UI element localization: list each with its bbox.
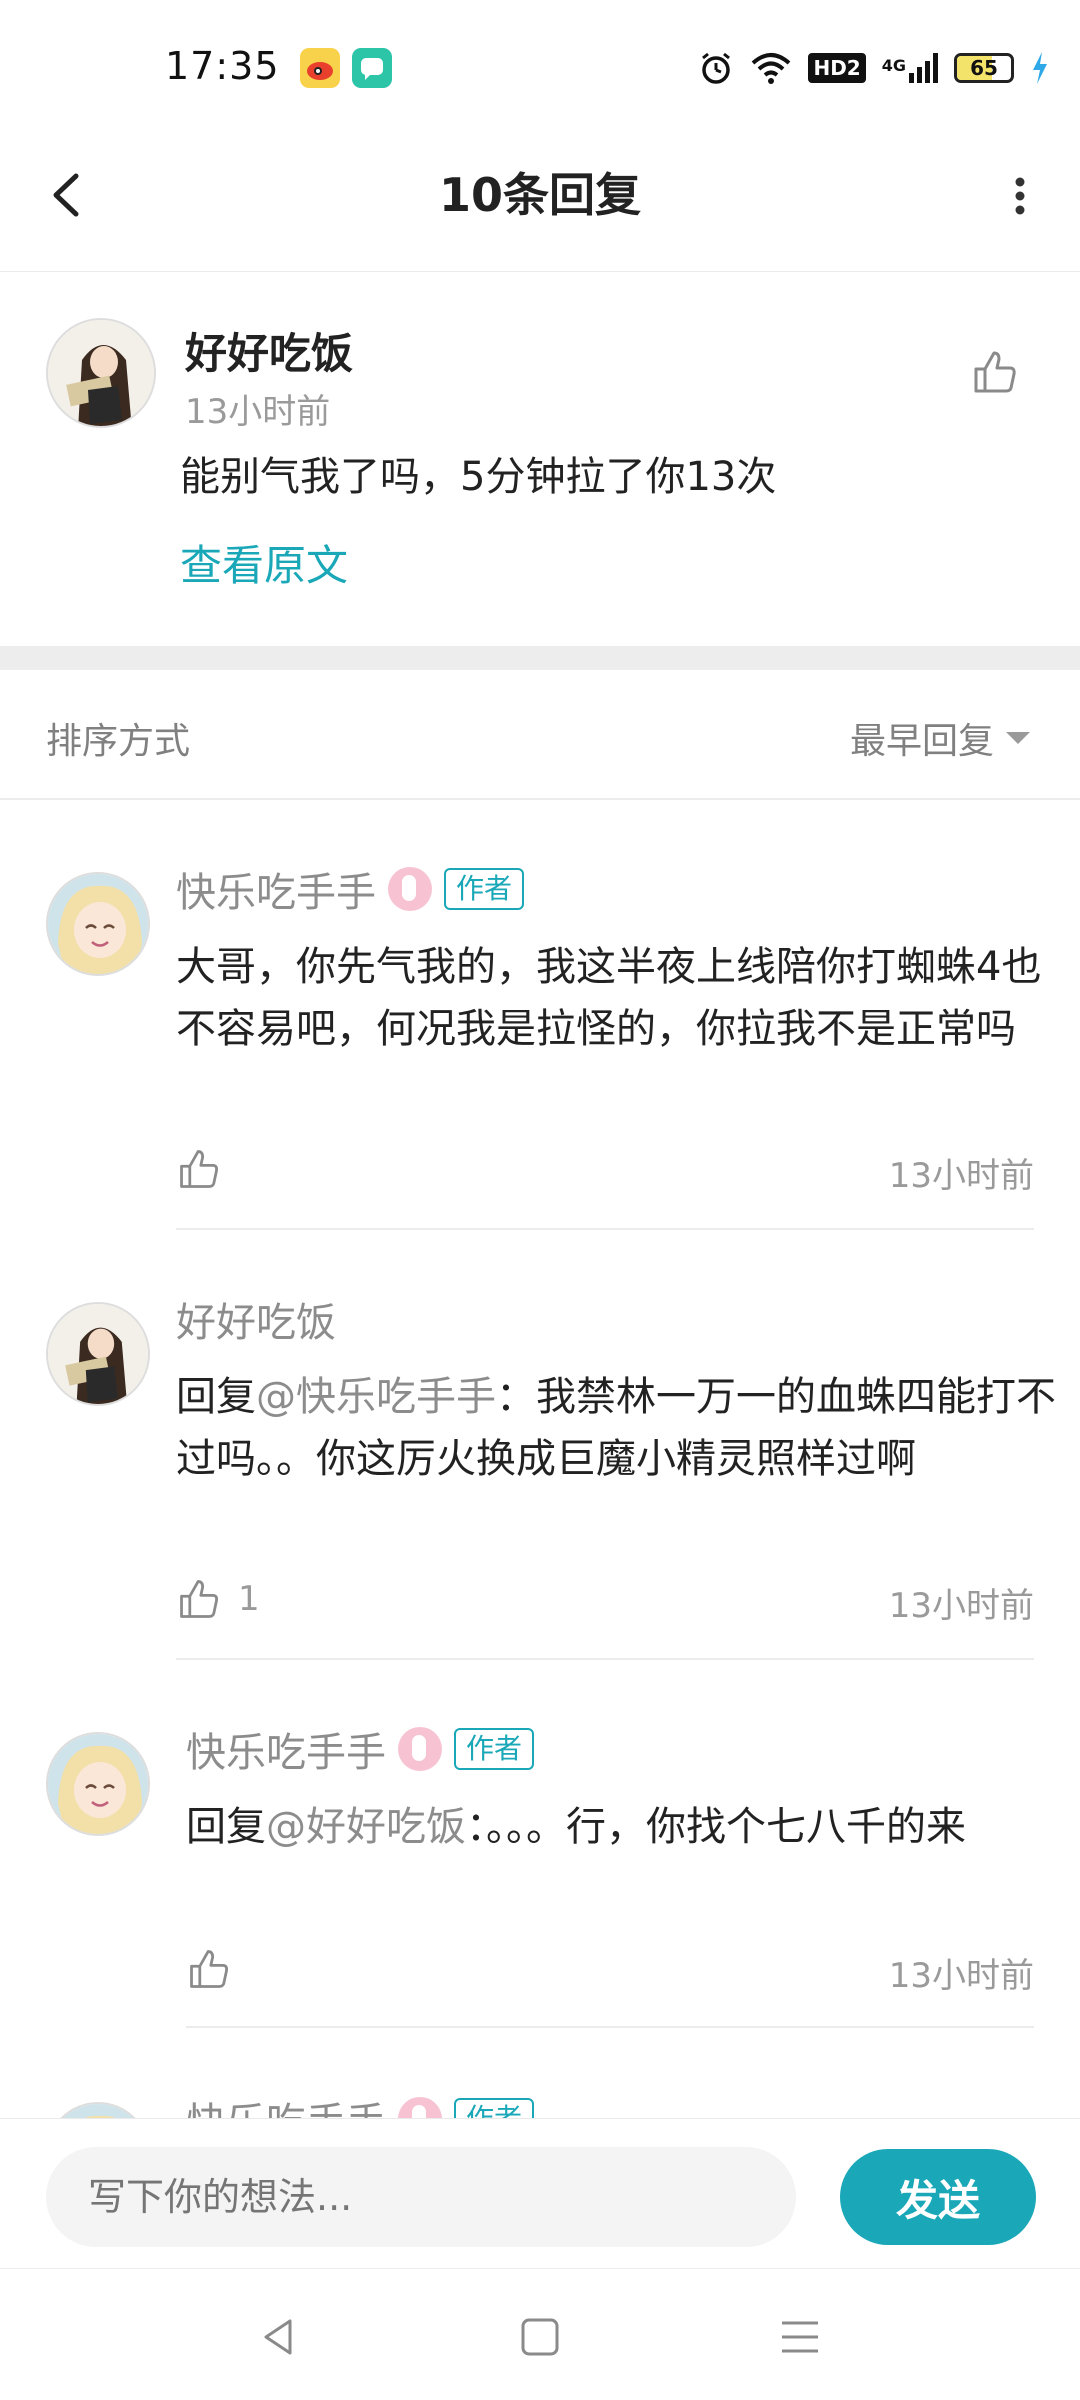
user-avatar-image bbox=[48, 1304, 148, 1404]
reply-item: 快乐吃手手 作者 bbox=[0, 2030, 1080, 2118]
sort-selected-value: 最早回复 bbox=[849, 721, 994, 762]
user-level-badge-icon bbox=[388, 867, 432, 911]
charging-icon bbox=[1033, 52, 1047, 84]
avatar[interactable] bbox=[46, 318, 156, 428]
reply-time: 13小时前 bbox=[888, 1956, 1034, 1996]
reply-item: 快乐吃手手 作者 大哥，你先气我的，我这半夜上线陪你打蜘蛛4也不容易吧，何况我是… bbox=[0, 800, 1080, 1230]
hd-icon: HD2 bbox=[808, 53, 866, 83]
reply-prefix: 回复 bbox=[186, 1804, 266, 1850]
user-level-badge-icon bbox=[398, 1727, 442, 1771]
user-avatar-image bbox=[48, 874, 148, 974]
comment-input[interactable] bbox=[46, 2147, 796, 2247]
status-icons: HD2 4G 65 bbox=[698, 48, 1050, 88]
reply-item: 好好吃饭 回复@快乐吃手手：我禁林一万一的血蛛四能打不过吗。。你这厉火换成巨魔小… bbox=[0, 1230, 1080, 1660]
reply-author-name[interactable]: 快乐吃手手 bbox=[176, 860, 376, 918]
square-home-icon bbox=[521, 2318, 559, 2356]
reply-text: 回复@快乐吃手手：我禁林一万一的血蛛四能打不过吗。。你这厉火换成巨魔小精灵照样过… bbox=[176, 1366, 1076, 1490]
system-nav-bar bbox=[0, 2268, 1080, 2400]
reply-item: 快乐吃手手 作者 回复@好好吃饭：。。。行，你找个七八千的来 13小时前 bbox=[0, 1660, 1080, 2030]
mention-link[interactable]: @好好吃饭 bbox=[266, 1804, 466, 1850]
reply-like-button[interactable]: 1 bbox=[176, 1576, 260, 1622]
original-comment: 好好吃饭 13小时前 能别气我了吗，5分钟拉了你13次 查看原文 bbox=[0, 272, 1080, 644]
nav-home-button[interactable] bbox=[510, 2309, 570, 2365]
view-original-link[interactable]: 查看原文 bbox=[180, 532, 348, 593]
network-label: 4G bbox=[881, 56, 906, 75]
battery-level: 65 bbox=[970, 56, 998, 80]
more-vertical-icon bbox=[1015, 177, 1025, 215]
status-bar: 17:35 HD2 4G 65 bbox=[0, 0, 1080, 130]
original-comment-time: 13小时前 bbox=[185, 392, 331, 432]
reply-author-name[interactable]: 快乐吃手手 bbox=[186, 1720, 386, 1778]
avatar[interactable] bbox=[46, 872, 150, 976]
reply-body: ：。。。行，你找个七八千的来 bbox=[466, 1804, 966, 1850]
user-level-badge-icon bbox=[398, 2097, 442, 2118]
mention-link[interactable]: @快乐吃手手 bbox=[256, 1374, 496, 1420]
reply-author: 快乐吃手手 作者 bbox=[186, 2090, 535, 2118]
thumbs-up-icon bbox=[180, 1580, 219, 1618]
reply-author: 快乐吃手手 作者 bbox=[186, 1720, 535, 1778]
original-author-name[interactable]: 好好吃饭 bbox=[185, 320, 353, 381]
author-tag: 作者 bbox=[454, 1728, 535, 1770]
author-tag: 作者 bbox=[444, 868, 525, 910]
menu-lines-icon bbox=[782, 2321, 818, 2353]
triangle-back-icon bbox=[264, 2319, 292, 2355]
reply-time: 13小时前 bbox=[888, 1586, 1034, 1626]
reply-text: 大哥，你先气我的，我这半夜上线陪你打蜘蛛4也不容易吧，何况我是拉怪的，你拉我不是… bbox=[176, 944, 1042, 1052]
sort-dropdown[interactable]: 最早回复 bbox=[850, 712, 1030, 764]
weibo-icon bbox=[300, 48, 340, 88]
reply-author-name[interactable]: 快乐吃手手 bbox=[186, 2090, 386, 2118]
like-count: 1 bbox=[238, 1579, 260, 1619]
reply-divider bbox=[186, 2026, 1034, 2028]
thumbs-up-icon bbox=[180, 1150, 219, 1188]
message-app-icon bbox=[352, 48, 392, 88]
avatar[interactable] bbox=[46, 1302, 150, 1406]
battery-icon: 65 bbox=[954, 53, 1014, 83]
avatar[interactable] bbox=[46, 2102, 150, 2118]
sort-label: 排序方式 bbox=[46, 721, 191, 762]
comment-input-bar: 发送 bbox=[0, 2118, 1080, 2268]
avatar[interactable] bbox=[46, 1732, 150, 1836]
reply-time: 13小时前 bbox=[888, 1156, 1034, 1196]
thumbs-up-icon bbox=[190, 1950, 229, 1988]
original-comment-text: 能别气我了吗，5分钟拉了你13次 bbox=[180, 454, 777, 500]
alarm-icon bbox=[702, 52, 731, 84]
thumbs-up-icon bbox=[974, 351, 1016, 393]
user-avatar-image bbox=[48, 320, 154, 426]
user-avatar-image bbox=[48, 1734, 148, 1834]
sort-bar: 排序方式 最早回复 bbox=[0, 670, 1080, 800]
nav-menu-button[interactable] bbox=[770, 2309, 830, 2365]
user-avatar-image bbox=[48, 2104, 148, 2118]
page-title: 10条回复 bbox=[438, 168, 641, 222]
status-time: 17:35 bbox=[165, 44, 280, 88]
reply-author-name[interactable]: 好好吃饭 bbox=[176, 1290, 336, 1348]
original-like-button[interactable] bbox=[970, 347, 1020, 397]
caret-down-icon bbox=[1006, 732, 1030, 744]
nav-back-button[interactable] bbox=[250, 2309, 310, 2365]
wifi-icon bbox=[752, 53, 791, 84]
reply-like-button[interactable] bbox=[176, 1146, 222, 1192]
more-options-button[interactable] bbox=[990, 160, 1050, 230]
author-tag: 作者 bbox=[454, 2098, 535, 2118]
reply-like-button[interactable] bbox=[186, 1946, 232, 1992]
top-app-bar: 10条回复 bbox=[0, 130, 1080, 272]
send-button[interactable]: 发送 bbox=[840, 2149, 1036, 2245]
section-divider bbox=[0, 646, 1080, 670]
signal-icon: 4G bbox=[882, 53, 938, 83]
reply-prefix: 回复 bbox=[176, 1374, 256, 1420]
reply-author: 好好吃饭 bbox=[176, 1290, 336, 1348]
reply-author: 快乐吃手手 作者 bbox=[176, 860, 525, 918]
reply-text: 回复@好好吃饭：。。。行，你找个七八千的来 bbox=[186, 1796, 1080, 1858]
